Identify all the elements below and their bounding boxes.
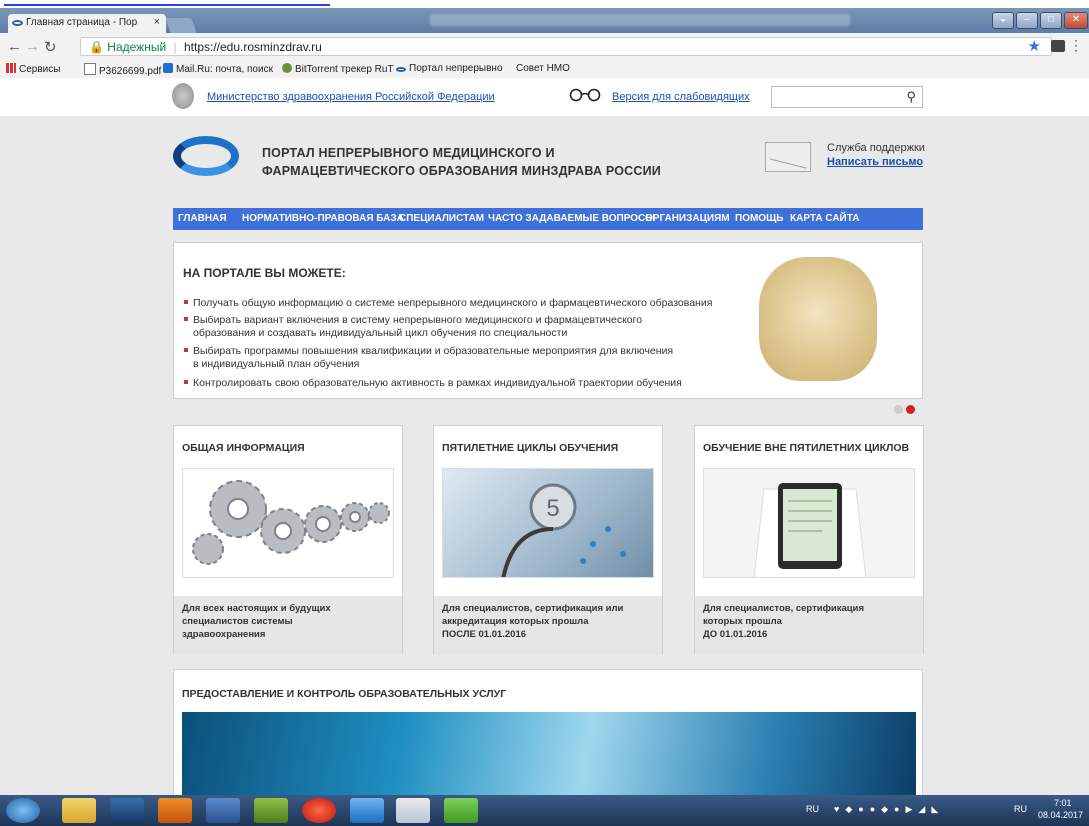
- browser-title-bar: Главная страница - Пор × ◒ – □ ✕: [0, 8, 1089, 33]
- card-general-info[interactable]: ОБЩАЯ ИНФОРМАЦИЯ Для всех настоящих и бу…: [173, 425, 403, 654]
- nav-help[interactable]: ПОМОЩЬ: [735, 213, 783, 224]
- slider-bullet: Выбирать программы повышения квалификаци…: [184, 345, 673, 371]
- chrome-icon[interactable]: [396, 798, 430, 823]
- lock-icon: 🔒: [89, 40, 104, 54]
- opera-icon[interactable]: [302, 798, 336, 823]
- nav-specialists[interactable]: СПЕЦИАЛИСТАМ: [399, 213, 484, 224]
- internet-explorer-icon[interactable]: [350, 798, 384, 823]
- nav-faq[interactable]: ЧАСТО ЗАДАВАЕМЫЕ ВОПРОСЫ: [488, 213, 655, 224]
- slider-bullet: Выбирать вариант включения в систему неп…: [184, 314, 642, 340]
- card-description: Для специалистов, сертификация или аккред…: [434, 596, 662, 654]
- card-title: ПЯТИЛЕТНИЕ ЦИКЛЫ ОБУЧЕНИЯ: [442, 442, 619, 454]
- browser-tab[interactable]: Главная страница - Пор ×: [8, 14, 166, 33]
- bookmark-pdf[interactable]: P3626699.pdf: [84, 63, 161, 77]
- services-section[interactable]: ПРЕДОСТАВЛЕНИЕ И КОНТРОЛЬ ОБРАЗОВАТЕЛЬНЫ…: [173, 669, 923, 795]
- slider-dot-2[interactable]: [906, 405, 915, 414]
- bookmark-sovet-nmo[interactable]: Совет НМО: [516, 63, 570, 74]
- mail-envelope-icon[interactable]: [765, 142, 811, 172]
- tablet-image: [703, 468, 915, 578]
- bookmarks-bar: Сервисы P3626699.pdf Mail.Ru: почта, пои…: [0, 60, 1089, 79]
- low-vision-link[interactable]: Версия для слабовидящих: [612, 91, 750, 103]
- card-title: ОБУЧЕНИЕ ВНЕ ПЯТИЛЕТНИХ ЦИКЛОВ: [703, 442, 910, 454]
- tray-icons[interactable]: ♥◆●●◆●▶◢◣: [834, 804, 944, 815]
- ministry-emblem-icon: [172, 83, 194, 109]
- card-five-year-cycles[interactable]: ПЯТИЛЕТНИЕ ЦИКЛЫ ОБУЧЕНИЯ 5 Для специали…: [433, 425, 663, 654]
- bookmark-portal[interactable]: Портал непрерывно: [396, 63, 503, 74]
- tool-icon[interactable]: [254, 798, 288, 823]
- tab-title: Главная страница - Пор: [26, 17, 138, 28]
- bookmark-bittorrent[interactable]: BitTorrent трекер RuT: [282, 63, 394, 75]
- back-arrow-icon[interactable]: ←: [7, 38, 22, 55]
- portal-favicon-icon: [396, 67, 406, 72]
- clock-time[interactable]: 7:01: [1054, 798, 1072, 808]
- nav-home[interactable]: ГЛАВНАЯ: [178, 213, 227, 224]
- media-player-icon[interactable]: [158, 798, 192, 823]
- nav-organizations[interactable]: ОРГАНИЗАЦИЯМ: [645, 213, 730, 224]
- card-outside-cycles[interactable]: ОБУЧЕНИЕ ВНЕ ПЯТИЛЕТНИХ ЦИКЛОВ Для специ…: [694, 425, 924, 654]
- feature-slider: НА ПОРТАЛЕ ВЫ МОЖЕТЕ: Получать общую инф…: [173, 242, 923, 399]
- new-tab-button[interactable]: [165, 18, 197, 33]
- forward-arrow-icon[interactable]: →: [25, 38, 40, 55]
- web-page: Министерство здравоохранения Российской …: [0, 78, 1089, 795]
- close-window-button[interactable]: ✕: [1064, 12, 1088, 29]
- windows-taskbar: RU ♥◆●●◆●▶◢◣ RU 7:01 08.04.2017: [0, 795, 1089, 826]
- nav-sitemap[interactable]: КАРТА САЙТА: [790, 213, 859, 224]
- ministry-link[interactable]: Министерство здравоохранения Российской …: [207, 91, 495, 103]
- start-button[interactable]: [6, 798, 40, 823]
- clock-date[interactable]: 08.04.2017: [1038, 810, 1083, 820]
- browser-menu-icon[interactable]: ⋮: [1069, 37, 1083, 54]
- tab-close-icon[interactable]: ×: [154, 16, 160, 28]
- bittorrent-icon: [282, 63, 292, 73]
- bookmark-star-icon[interactable]: ★: [1028, 37, 1041, 55]
- portal-logo-icon[interactable]: [173, 136, 239, 176]
- mailru-icon: [163, 63, 173, 73]
- keyboard-mouse-image: [182, 712, 916, 795]
- save-disk-icon[interactable]: [110, 798, 144, 823]
- coat-of-arms-image: [759, 257, 877, 381]
- url-text: https://edu.rosminzdrav.ru: [183, 40, 322, 54]
- services-title: ПРЕДОСТАВЛЕНИЕ И КОНТРОЛЬ ОБРАЗОВАТЕЛЬНЫ…: [182, 688, 507, 700]
- gears-image: [182, 468, 394, 578]
- document-icon: [84, 63, 96, 75]
- cycle-number-badge: 5: [546, 495, 559, 522]
- nav-legal-base[interactable]: НОРМАТИВНО-ПРАВОВАЯ БАЗА: [242, 213, 404, 224]
- minimize-button[interactable]: –: [1016, 12, 1038, 29]
- bookmark-services[interactable]: Сервисы: [6, 63, 60, 75]
- stethoscope-image: 5: [442, 468, 654, 578]
- glasses-icon[interactable]: [568, 88, 602, 102]
- secure-label: Надежный: [107, 40, 167, 54]
- maximize-button[interactable]: □: [1040, 12, 1062, 29]
- ministry-bar: Министерство здравоохранения Российской …: [0, 78, 1089, 116]
- search-icon[interactable]: ⚲: [906, 89, 916, 105]
- main-nav: ГЛАВНАЯ НОРМАТИВНО-ПРАВОВАЯ БАЗА СПЕЦИАЛ…: [173, 208, 923, 230]
- support-label: Служба поддержки: [827, 142, 925, 154]
- bookmark-mailru[interactable]: Mail.Ru: почта, поиск: [163, 63, 273, 75]
- utorrent-icon[interactable]: [444, 798, 478, 823]
- language-indicator[interactable]: RU: [806, 804, 819, 814]
- reload-icon[interactable]: ↻: [44, 38, 57, 56]
- page-top-link[interactable]: [0, 0, 1089, 8]
- slider-dot-1[interactable]: [894, 405, 903, 414]
- explorer-icon[interactable]: [62, 798, 96, 823]
- apps-grid-icon: [6, 63, 16, 73]
- write-letter-link[interactable]: Написать письмо: [827, 155, 925, 169]
- slider-bullet: Получать общую информацию о системе непр…: [184, 297, 712, 310]
- card-description: Для специалистов, сертификация которых пр…: [695, 596, 923, 654]
- url-field[interactable]: 🔒 Надежный | https://edu.rosminzdrav.ru: [80, 37, 1052, 56]
- slider-title: НА ПОРТАЛЕ ВЫ МОЖЕТЕ:: [183, 266, 346, 280]
- user-profile-button[interactable]: ◒: [992, 12, 1014, 29]
- card-description: Для всех настоящих и будущих специалистов…: [174, 596, 402, 654]
- address-bar-row: ← → ↻ 🔒 Надежный | https://edu.rosminzdr…: [0, 33, 1089, 61]
- site-search-input[interactable]: ⚲: [771, 86, 923, 108]
- portal-favicon-icon: [12, 20, 23, 26]
- word-icon[interactable]: [206, 798, 240, 823]
- slider-bullet: Контролировать свою образовательную акти…: [184, 377, 682, 390]
- support-block: Служба поддержки Написать письмо: [827, 141, 925, 169]
- extension-icon[interactable]: [1051, 40, 1065, 52]
- portal-title: ПОРТАЛ НЕПРЕРЫВНОГО МЕДИЦИНСКОГО И ФАРМА…: [262, 146, 661, 178]
- tray-language[interactable]: RU: [1014, 804, 1027, 814]
- slider-pagination: [894, 405, 918, 417]
- card-title: ОБЩАЯ ИНФОРМАЦИЯ: [182, 442, 305, 454]
